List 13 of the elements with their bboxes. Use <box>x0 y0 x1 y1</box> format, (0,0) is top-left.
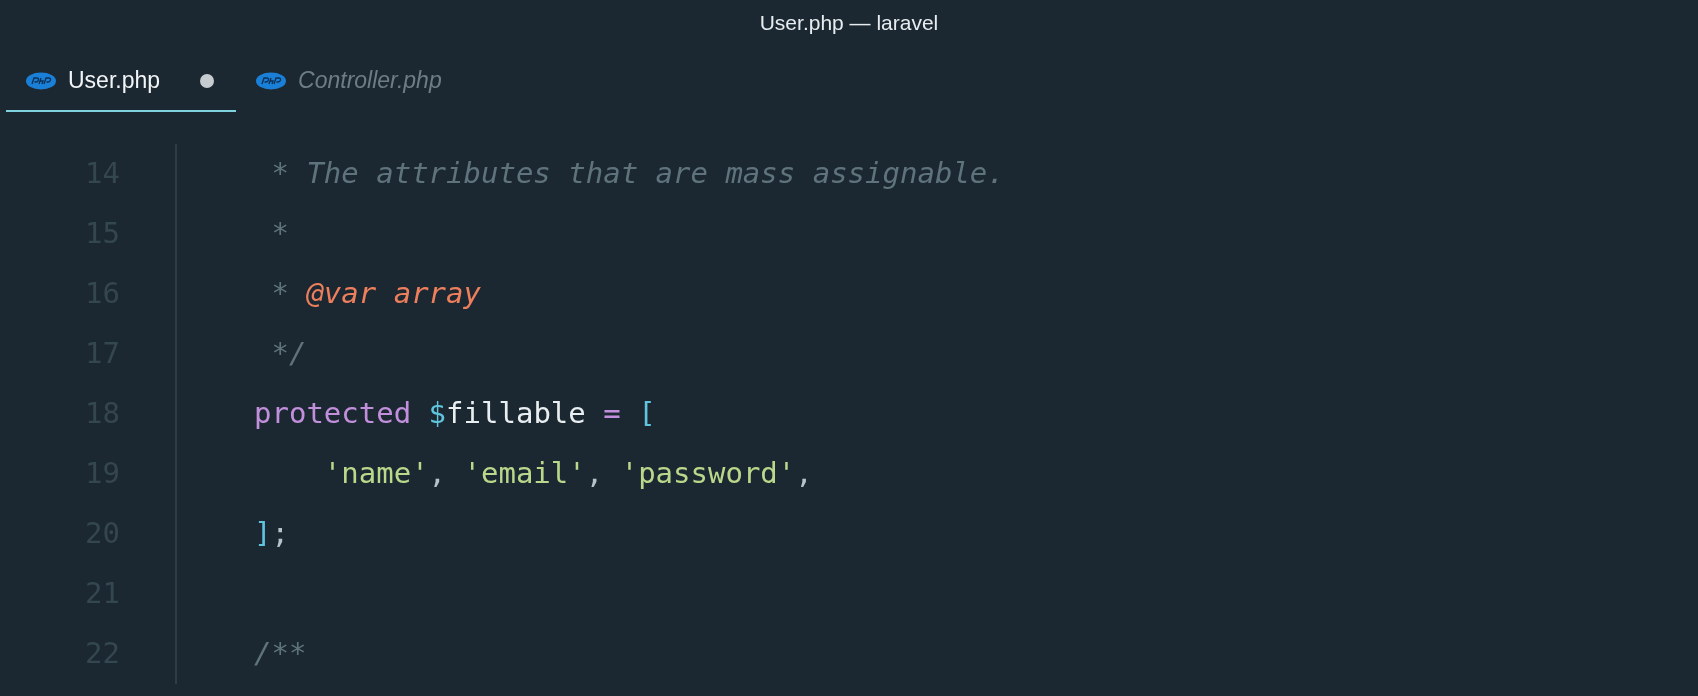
file-icon <box>256 71 287 90</box>
file-icon <box>26 71 56 90</box>
code-line: */ <box>270 335 307 373</box>
window-title: User.php — laravel <box>759 9 939 36</box>
editor-tab[interactable]: Controller.php <box>236 51 464 112</box>
code-line: * The attributes that are mass assignable. <box>270 155 1005 193</box>
editor-tab[interactable]: User.php <box>6 51 237 112</box>
code-line: 'name', 'email', 'password', <box>322 455 813 493</box>
code-line: protected $fillable = [ <box>254 395 656 433</box>
code-line: * @var array <box>270 275 481 313</box>
code-line: ]; <box>254 515 289 553</box>
code-line: /** <box>254 635 307 673</box>
code-line: * <box>270 215 289 253</box>
